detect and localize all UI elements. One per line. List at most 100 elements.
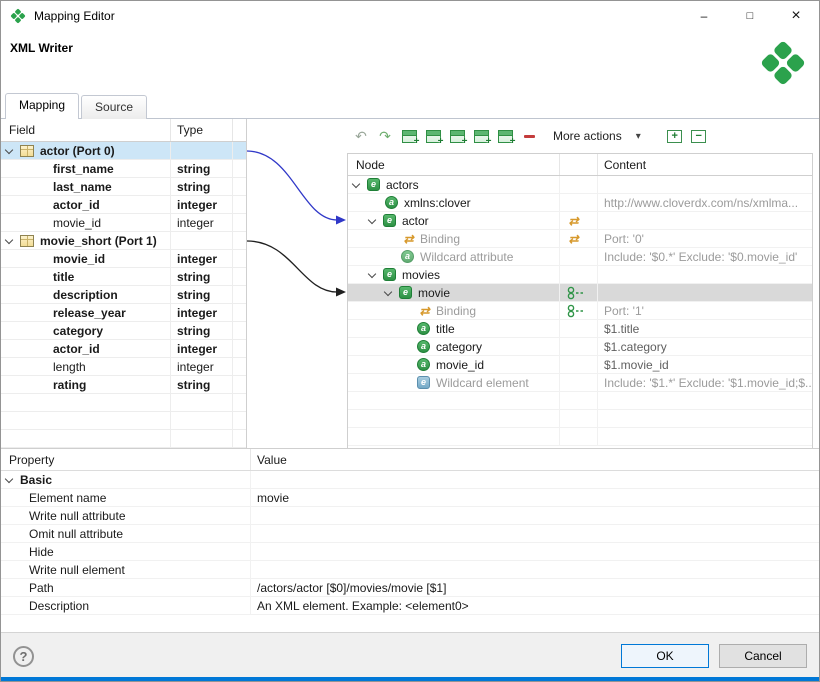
cloverdx-logo-icon (759, 39, 807, 87)
tree-row-xmlns-clover[interactable]: xmlns:clover http://www.cloverdx.com/ns/… (348, 194, 812, 212)
property-value[interactable]: An XML element. Example: <element0> (251, 597, 819, 614)
field-name: actor (Port 0) (40, 144, 115, 158)
tree-row-title[interactable]: title $1.title (348, 320, 812, 338)
element-icon (367, 178, 380, 191)
window-title: Mapping Editor (34, 9, 115, 23)
tree-row-actors[interactable]: actors (348, 176, 812, 194)
property-row-description[interactable]: Description An XML element. Example: <el… (1, 597, 819, 615)
field-name: category (53, 324, 103, 338)
port-link-icon (566, 304, 586, 318)
node-content: http://www.cloverdx.com/ns/xmlma... (598, 194, 812, 211)
expand-chevron[interactable] (368, 215, 376, 223)
minimize-button[interactable]: – (681, 1, 727, 31)
property-name: Write null attribute (29, 509, 126, 523)
field-row[interactable]: category string (1, 322, 246, 340)
curved-arrow-left-icon[interactable]: ↶ (353, 126, 369, 146)
field-row[interactable]: actor_id integer (1, 340, 246, 358)
property-value[interactable] (251, 543, 819, 560)
properties-filler (1, 615, 819, 632)
tab-source[interactable]: Source (81, 95, 147, 119)
field-type: integer (171, 214, 233, 231)
field-name: movie_id (53, 216, 101, 230)
empty-row (1, 412, 246, 430)
tree-row-category[interactable]: category $1.category (348, 338, 812, 356)
node-content: Include: '$0.*' Exclude: '$0.movie_id' (598, 248, 812, 265)
attribute-icon (417, 358, 430, 371)
property-row-write-null-attribute[interactable]: Write null attribute (1, 507, 819, 525)
maximize-button[interactable]: □ (727, 1, 773, 31)
field-row[interactable]: description string (1, 286, 246, 304)
property-value[interactable] (251, 561, 819, 578)
more-actions-button[interactable]: More actions ▾ (549, 127, 645, 145)
property-row-hide[interactable]: Hide (1, 543, 819, 561)
field-row[interactable]: last_name string (1, 178, 246, 196)
port-row-actor[interactable]: actor (Port 0) (1, 142, 246, 160)
property-row-omit-null-attribute[interactable]: Omit null attribute (1, 525, 819, 543)
add-child-element-icon[interactable] (401, 126, 417, 146)
empty-row (348, 392, 812, 410)
node-label: movie_id (436, 358, 484, 372)
cancel-button[interactable]: Cancel (719, 644, 807, 668)
type-column-header: Type (171, 119, 233, 141)
tree-row-wildcard-attribute[interactable]: Wildcard attribute Include: '$0.*' Exclu… (348, 248, 812, 266)
tree-row-movie[interactable]: movie (348, 284, 812, 302)
expand-chevron[interactable] (368, 269, 376, 277)
field-row[interactable]: title string (1, 268, 246, 286)
field-name: last_name (53, 180, 112, 194)
field-row[interactable]: actor_id integer (1, 196, 246, 214)
expand-all-icon[interactable] (667, 126, 683, 146)
expand-chevron[interactable] (5, 145, 13, 153)
property-row-element-name[interactable]: Element name movie (1, 489, 819, 507)
expand-chevron[interactable] (5, 474, 13, 482)
tree-row-movies[interactable]: movies (348, 266, 812, 284)
tree-row-movie-id[interactable]: movie_id $1.movie_id (348, 356, 812, 374)
properties-header: Property Value (1, 449, 819, 471)
node-content (598, 266, 812, 283)
property-group-basic[interactable]: Basic (1, 471, 819, 489)
field-row[interactable]: movie_id integer (1, 214, 246, 232)
field-row[interactable]: movie_id integer (1, 250, 246, 268)
tree-row-actor[interactable]: actor ⇄ (348, 212, 812, 230)
field-name: movie_short (Port 1) (40, 234, 157, 248)
property-row-path[interactable]: Path /actors/actor [$0]/movies/movie [$1… (1, 579, 819, 597)
field-row[interactable]: release_year integer (1, 304, 246, 322)
field-row[interactable]: rating string (1, 376, 246, 394)
property-value[interactable] (251, 525, 819, 542)
property-value[interactable]: movie (251, 489, 819, 506)
tree-row-binding-movie[interactable]: ⇄Binding Port: '1' (348, 302, 812, 320)
remove-node-icon[interactable] (521, 126, 537, 146)
binding-icon: ⇄ (401, 233, 416, 245)
property-value[interactable]: /actors/actor [$0]/movies/movie [$1] (251, 579, 819, 596)
attribute-icon (417, 340, 430, 353)
value-column-header: Value (251, 449, 819, 470)
curved-arrow-right-icon[interactable]: ↷ (377, 126, 393, 146)
tree-row-binding-actor[interactable]: ⇄Binding ⇄ Port: '0' (348, 230, 812, 248)
add-attribute-icon[interactable] (473, 126, 489, 146)
node-label: category (436, 340, 482, 354)
port-icon (20, 235, 34, 247)
node-content: $1.movie_id (598, 356, 812, 373)
close-button[interactable]: × (773, 1, 819, 31)
port-row-movie-short[interactable]: movie_short (Port 1) (1, 232, 246, 250)
node-panel: ↶ ↷ More actions ▾ Node Con (347, 119, 813, 448)
property-value[interactable] (251, 507, 819, 524)
field-row[interactable]: first_name string (1, 160, 246, 178)
add-element-icon[interactable] (449, 126, 465, 146)
property-name: Path (29, 581, 54, 595)
expand-chevron[interactable] (5, 235, 13, 243)
titlebar: Mapping Editor – □ × (1, 1, 819, 31)
collapse-all-icon[interactable] (691, 126, 707, 146)
tab-mapping[interactable]: Mapping (5, 93, 79, 119)
expand-chevron[interactable] (352, 179, 360, 187)
node-label: actors (386, 178, 419, 192)
ok-button[interactable]: OK (621, 644, 709, 668)
expand-chevron[interactable] (384, 287, 392, 295)
help-button[interactable]: ? (13, 646, 34, 667)
add-sibling-element-icon[interactable] (425, 126, 441, 146)
tree-row-wildcard-element[interactable]: Wildcard element Include: '$1.*' Exclude… (348, 374, 812, 392)
add-wildcard-attribute-icon[interactable] (497, 126, 513, 146)
property-row-write-null-element[interactable]: Write null element (1, 561, 819, 579)
field-row[interactable]: length integer (1, 358, 246, 376)
wildcard-element-icon (417, 376, 430, 389)
node-table: Node Content actors xmlns:clover http://… (347, 153, 813, 448)
